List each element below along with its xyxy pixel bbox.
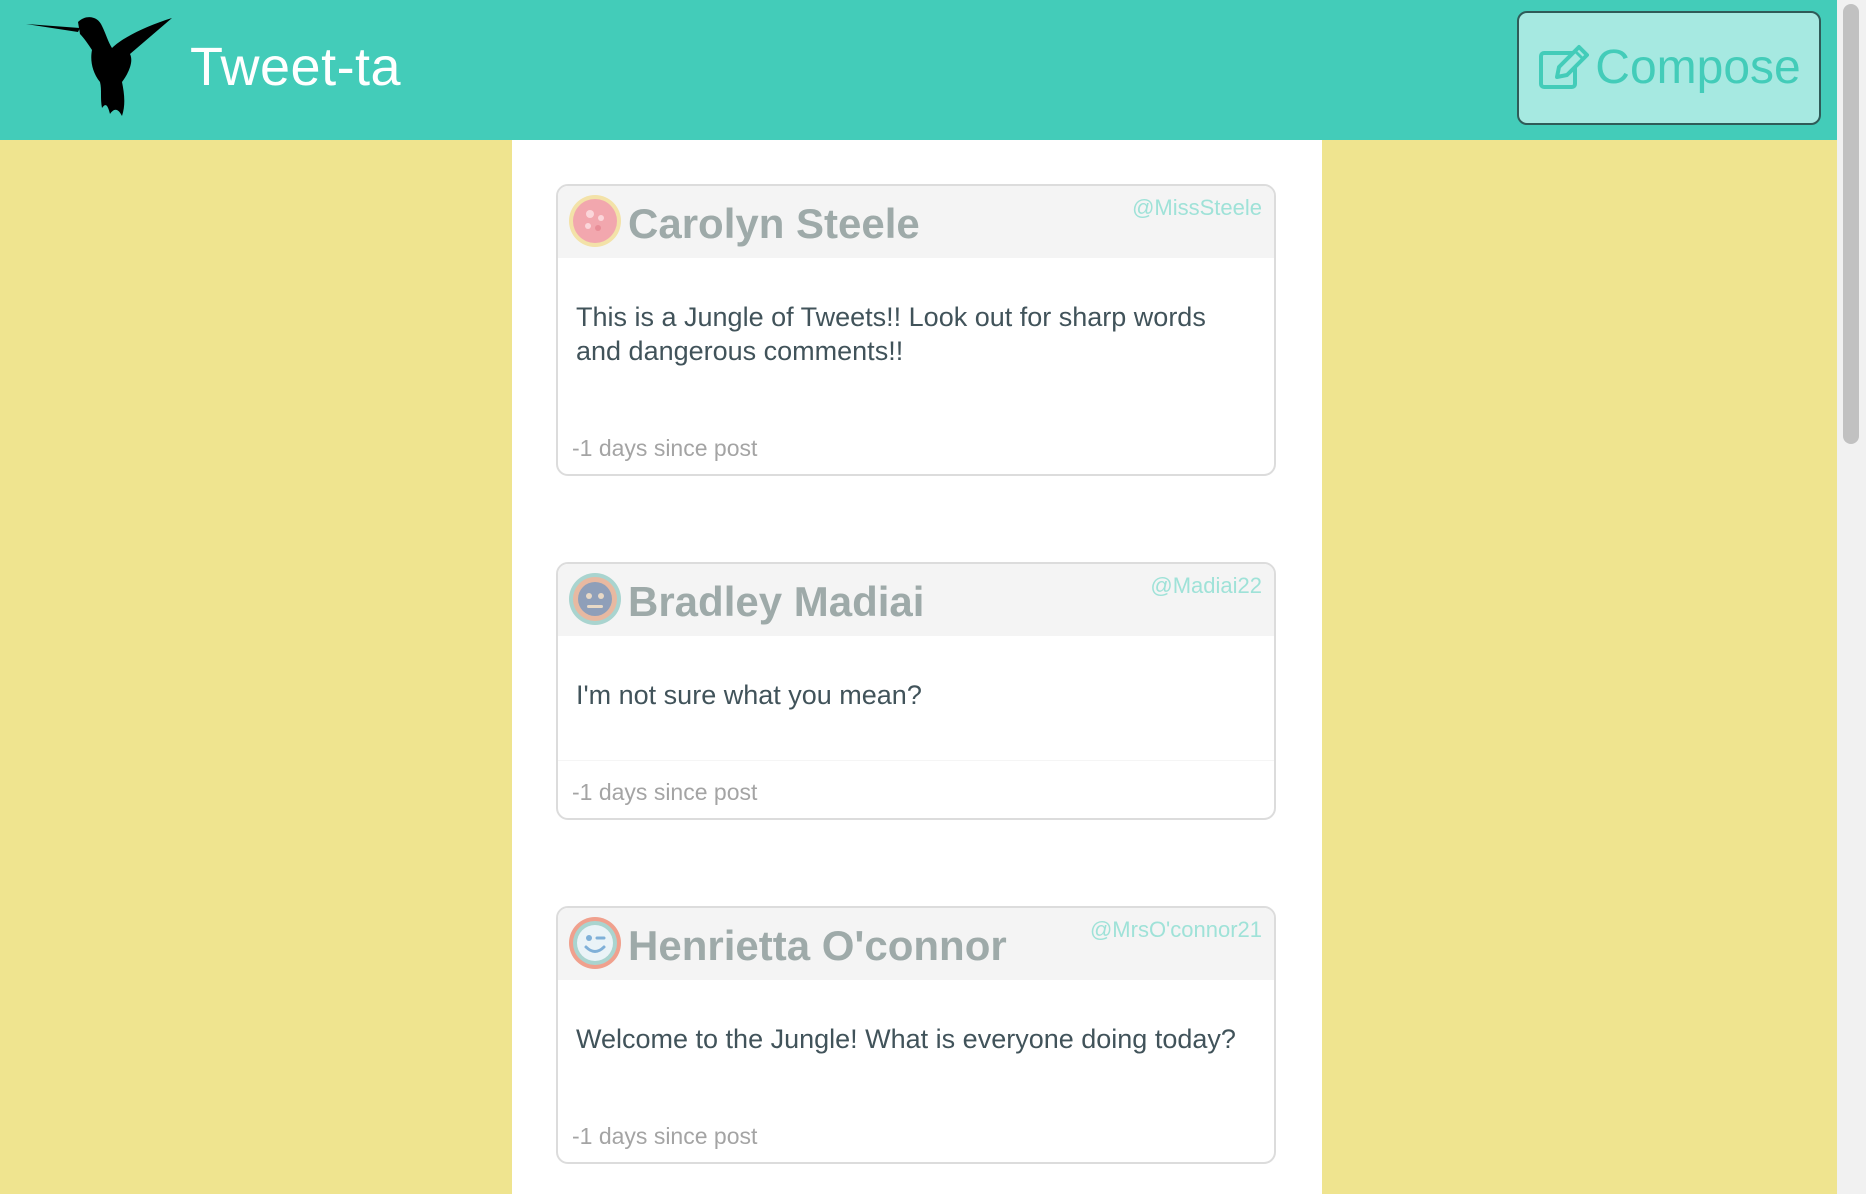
compose-button[interactable]: Compose — [1517, 11, 1821, 125]
tweet-card: Carolyn Steele @MissSteele This is a Jun… — [556, 184, 1276, 476]
tweet-author-handle[interactable]: @MrsO'connor21 — [1090, 916, 1262, 944]
avatar-wink-face-icon — [569, 917, 621, 969]
tweet-author-handle[interactable]: @Madiai22 — [1150, 572, 1262, 600]
top-nav-bar: Tweet-ta Compose — [0, 0, 1837, 140]
compose-label: Compose — [1595, 41, 1801, 94]
edit-pencil-icon — [1539, 45, 1590, 89]
tweet-header: Bradley Madiai @Madiai22 — [558, 564, 1274, 636]
avatar-pink-icon — [569, 195, 621, 247]
hummingbird-icon — [26, 17, 172, 116]
tweet-header: Carolyn Steele @MissSteele — [558, 186, 1274, 258]
tweet-author-name: Carolyn Steele — [628, 200, 920, 247]
tweet-text: I'm not sure what you mean? — [576, 680, 922, 710]
brand-title: Tweet-ta — [190, 37, 402, 97]
scrollbar-thumb[interactable] — [1843, 4, 1859, 444]
tweet-author-name: Henrietta O'connor — [628, 922, 1007, 969]
tweet-age: -1 days since post — [572, 779, 758, 805]
tweet-card: Henrietta O'connor @MrsO'connor21 Welcom… — [556, 906, 1276, 1164]
tweet-text: Welcome to the Jungle! What is everyone … — [576, 1024, 1236, 1054]
tweet-divider — [558, 760, 1274, 761]
tweet-age: -1 days since post — [572, 435, 758, 461]
tweet-author-handle[interactable]: @MissSteele — [1132, 194, 1262, 222]
tweet-author-name: Bradley Madiai — [628, 578, 925, 625]
tweet-age: -1 days since post — [572, 1123, 758, 1149]
tweet-header: Henrietta O'connor @MrsO'connor21 — [558, 908, 1274, 980]
tweet-card: Bradley Madiai @Madiai22 I'm not sure wh… — [556, 562, 1276, 820]
avatar-neutral-face-icon — [569, 573, 621, 625]
tweet-text: This is a Jungle of Tweets!! Look out fo… — [576, 302, 1206, 366]
